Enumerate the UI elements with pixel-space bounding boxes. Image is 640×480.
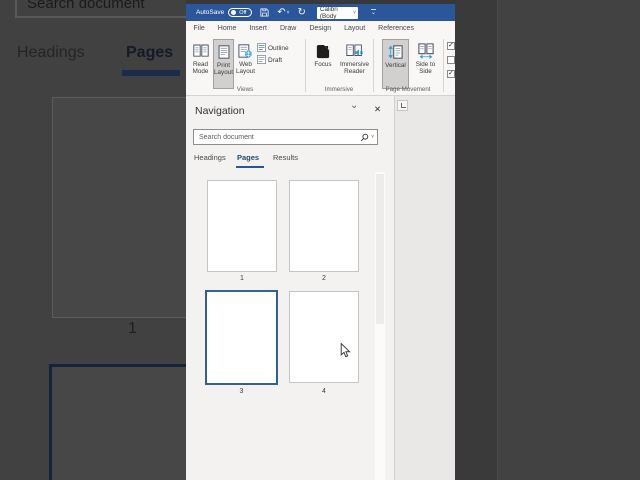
scrollbar-thumb[interactable] — [376, 174, 384, 324]
window-body: Navigation ⌄ ✕ Search document ˅ Heading… — [186, 96, 455, 480]
group-separator — [305, 39, 306, 92]
draft-button[interactable]: Draft — [257, 55, 282, 66]
bg-pages-underline — [122, 70, 180, 76]
ribbon-tab-row: File Home Insert Draw Design Layout Refe… — [186, 21, 455, 36]
background-left-panel: Search document Headings Pages 1 — [0, 0, 186, 480]
page-margin-corner-icon — [397, 100, 408, 111]
read-mode-label: Read Mode — [192, 61, 209, 75]
show-checkbox-2[interactable] — [447, 56, 455, 64]
search-icon[interactable] — [360, 133, 369, 142]
save-icon[interactable] — [260, 8, 269, 17]
font-selector-chevron-icon: ˅ — [352, 9, 356, 16]
page-thumbnail-2[interactable] — [289, 180, 359, 272]
navigation-pane-title: Navigation — [195, 105, 245, 117]
tab-home[interactable]: Home — [211, 25, 243, 32]
screen: Search document Headings Pages 1 AutoSav… — [0, 0, 640, 480]
background-right-panel — [455, 0, 640, 480]
pane-collapse-icon[interactable]: ⌄ — [350, 100, 358, 111]
autosave-toggle[interactable]: Off — [228, 8, 253, 17]
web-layout-icon — [234, 41, 257, 61]
print-layout-button[interactable]: Print Layout — [213, 39, 234, 89]
print-layout-label: Print Layout — [214, 62, 233, 76]
page-thumbnail-3-selected[interactable] — [205, 290, 278, 385]
immersive-reader-label: Immersive Reader — [339, 61, 370, 75]
draft-label: Draft — [268, 57, 283, 64]
quick-access-toolbar-icon[interactable]: ⌄ — [370, 9, 376, 16]
bg-page-number: 1 — [128, 320, 137, 337]
pane-scrollbar[interactable] — [375, 172, 385, 480]
immersive-reader-icon — [337, 41, 372, 61]
tab-references[interactable]: References — [372, 25, 421, 32]
bg-page-thumbnail — [52, 97, 186, 318]
read-mode-icon — [188, 41, 213, 61]
tab-layout[interactable]: Layout — [338, 25, 372, 32]
document-area[interactable] — [394, 96, 455, 480]
views-group-label: Views — [236, 86, 254, 93]
font-selector[interactable]: Calibri (Body ˅ — [316, 5, 358, 20]
toggle-knob — [231, 10, 237, 15]
bg-tab-headings: Headings — [17, 44, 85, 61]
immersive-reader-button[interactable]: Immersive Reader — [337, 39, 372, 89]
bg-tab-pages: Pages — [126, 44, 174, 61]
pane-close-icon[interactable]: ✕ — [374, 104, 381, 115]
focus-label: Focus — [314, 61, 332, 68]
autosave-state-label: Off — [239, 9, 247, 16]
page-thumbnail-1[interactable] — [207, 180, 277, 272]
title-bar: AutoSave Off ↶ ˅ ↻ Calibri (Body ˅ ⌄ — [186, 4, 455, 21]
bg-selected-page-thumbnail — [49, 364, 186, 480]
print-layout-icon — [214, 42, 233, 62]
page-number-1: 1 — [240, 275, 244, 282]
show-checkbox-3[interactable]: ✓ — [447, 70, 455, 78]
outline-button[interactable]: Outline — [257, 43, 289, 54]
background-right-light-strip — [497, 0, 640, 480]
show-checkbox-1[interactable]: ✓ — [447, 42, 455, 50]
tab-file[interactable]: File — [187, 25, 211, 32]
draft-icon — [257, 55, 266, 66]
navigation-pane: Navigation ⌄ ✕ Search document ˅ Heading… — [186, 96, 394, 480]
outline-label: Outline — [268, 45, 289, 52]
redo-icon[interactable]: ↻ — [298, 7, 306, 18]
word-window: AutoSave Off ↶ ˅ ↻ Calibri (Body ˅ ⌄ Fil… — [186, 4, 455, 480]
nav-tab-headings[interactable]: Headings — [194, 153, 226, 162]
vertical-button[interactable]: Vertical — [382, 39, 409, 89]
search-placeholder: Search document — [199, 133, 254, 141]
web-layout-label: Web Layout — [236, 61, 255, 75]
tab-draw[interactable]: Draw — [273, 25, 302, 32]
nav-tab-pages[interactable]: Pages — [237, 153, 259, 162]
page-number-3: 3 — [239, 388, 244, 395]
page-number-4: 4 — [322, 388, 326, 395]
tab-design[interactable]: Design — [303, 25, 338, 32]
check-icon: ✓ — [448, 42, 454, 49]
immersive-group-label: Immersive — [324, 86, 354, 93]
focus-button[interactable]: Focus — [310, 39, 336, 89]
check-icon: ✓ — [448, 70, 454, 77]
vertical-label: Vertical — [385, 62, 406, 69]
font-selector-value: Calibri (Body — [319, 5, 338, 20]
tab-insert[interactable]: Insert — [243, 25, 274, 32]
autosave-label: AutoSave — [196, 9, 225, 16]
search-input[interactable]: Search document ˅ — [193, 129, 378, 145]
side-to-side-label: Side to Side — [415, 61, 436, 75]
pages-tab-underline — [236, 166, 264, 168]
side-to-side-button[interactable]: Side to Side — [410, 39, 441, 89]
group-separator — [443, 39, 444, 92]
vertical-icon — [383, 42, 408, 62]
undo-dropdown-icon[interactable]: ˅ — [287, 10, 290, 16]
outline-icon — [257, 43, 266, 54]
nav-tab-results[interactable]: Results — [273, 153, 298, 162]
focus-icon — [310, 41, 336, 61]
bg-search-text: Search document — [27, 0, 145, 12]
side-to-side-icon — [410, 41, 441, 61]
web-layout-button[interactable]: Web Layout — [234, 39, 257, 89]
undo-icon[interactable]: ↶ — [277, 7, 285, 18]
search-dropdown-icon[interactable]: ˅ — [371, 134, 374, 140]
page-thumbnail-4[interactable] — [289, 291, 359, 383]
group-separator — [373, 39, 374, 92]
read-mode-button[interactable]: Read Mode — [188, 39, 213, 89]
mouse-cursor — [340, 342, 351, 363]
page-movement-group-label: Page Movement — [385, 86, 431, 93]
ribbon: Read Mode Print Layout Web Layout Outlin… — [186, 36, 455, 96]
page-number-2: 2 — [322, 275, 326, 282]
